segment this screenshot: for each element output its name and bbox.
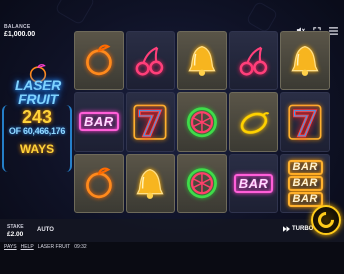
ways-frame xyxy=(2,105,72,172)
balance-value: £1,000.00 xyxy=(4,31,36,38)
clock: 09:32 xyxy=(74,244,87,250)
cherry-icon xyxy=(230,32,278,89)
logo-line-2: FRUIT xyxy=(18,91,58,107)
seven-icon xyxy=(127,93,175,150)
menu-icon[interactable] xyxy=(329,26,338,37)
bar-symbol: BAR xyxy=(78,112,119,132)
reel-cell-watermelon xyxy=(177,92,227,152)
reel-cell-cherry xyxy=(228,31,279,91)
footer-links: PAYS HELP LASER FRUIT 09:32 xyxy=(4,244,87,250)
bar-symbol: BAR xyxy=(287,159,323,175)
autoplay-button[interactable]: AUTO xyxy=(37,227,54,233)
spin-icon xyxy=(314,208,338,232)
bell-icon xyxy=(281,32,329,89)
reel-cell-bell xyxy=(125,153,176,213)
cherry-icon xyxy=(127,32,175,89)
lemon-icon xyxy=(230,93,278,150)
reel-cell-watermelon xyxy=(177,153,227,213)
bar-symbol: BAR xyxy=(287,191,323,207)
reel-cell-cherry xyxy=(125,31,176,91)
stake-label: STAKE xyxy=(7,224,24,230)
fast-forward-icon xyxy=(283,226,290,232)
orange-icon xyxy=(75,32,123,89)
watermelon-icon xyxy=(178,155,226,212)
bell-icon xyxy=(127,155,175,212)
game-logo: LASER FRUIT xyxy=(2,62,74,106)
reel-cell-orange xyxy=(74,153,124,213)
ways-panel: 243 OF 60,466,176 WAYS xyxy=(2,105,72,172)
turbo-label: TURBO xyxy=(292,226,314,232)
reel-cell-bar: BAR xyxy=(74,92,124,152)
game-name: LASER FRUIT xyxy=(37,244,71,250)
help-link[interactable]: HELP xyxy=(21,244,34,250)
turbo-button[interactable]: TURBO xyxy=(283,226,313,232)
reel-cell-lemon xyxy=(228,92,279,152)
balance-display: BALANCE £1,000.00 xyxy=(4,24,35,38)
reel-cell-seven xyxy=(125,92,176,152)
bar-symbol: BAR xyxy=(287,175,323,191)
stake-value: £2.00 xyxy=(7,231,24,238)
balance-label: BALANCE xyxy=(4,24,31,30)
logo-line-1: LASER xyxy=(15,77,61,93)
spin-button[interactable] xyxy=(311,205,341,235)
reel-cell-bar: BAR xyxy=(228,153,279,213)
orange-icon xyxy=(75,155,123,212)
reel-cell-orange xyxy=(74,31,124,91)
triple-bar-symbol: BAR BAR BAR xyxy=(287,159,323,207)
reel-cell-seven xyxy=(280,92,330,152)
reel-grid: BAR BAR BAR BAR BAR xyxy=(74,31,330,213)
reel-cell-bell xyxy=(177,31,227,91)
paytable-link[interactable]: PAYS xyxy=(4,244,17,250)
bell-icon xyxy=(178,32,226,89)
seven-icon xyxy=(281,93,329,150)
reel-cell-bell xyxy=(280,31,330,91)
watermelon-icon xyxy=(178,93,226,150)
bar-symbol: BAR xyxy=(233,173,274,193)
stake-selector[interactable]: STAKE £2.00 xyxy=(7,224,24,238)
reel-cell-triple-bar: BAR BAR BAR xyxy=(280,153,330,213)
